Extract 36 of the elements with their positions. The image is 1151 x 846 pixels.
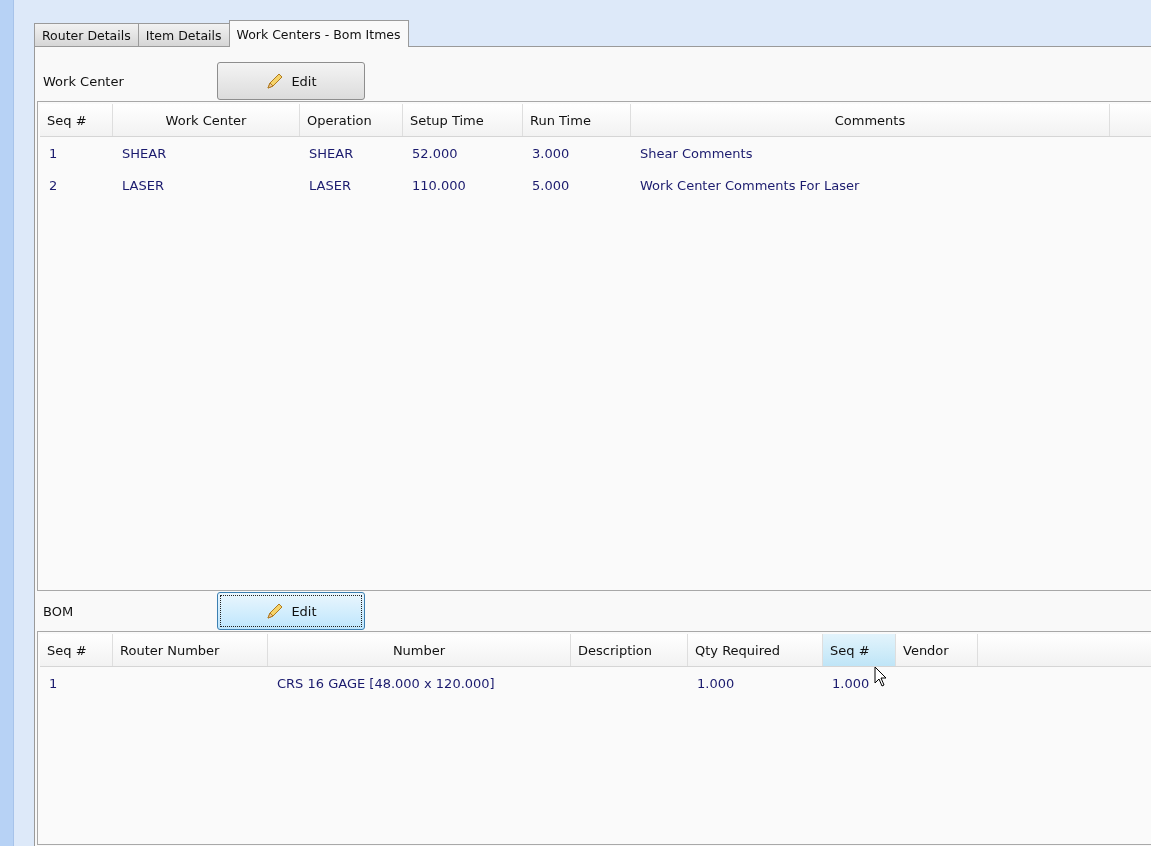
column-header[interactable]: Description <box>571 634 688 666</box>
table-cell: 110.000 <box>412 177 466 193</box>
tab[interactable]: Work Centers - Bom Itmes <box>228 20 409 47</box>
edit-button[interactable]: Edit <box>217 62 365 100</box>
table-cell: 3.000 <box>532 145 570 161</box>
table-cell: LASER <box>122 177 164 193</box>
column-header[interactable]: Number <box>268 634 571 666</box>
table-cell: 1 <box>49 145 58 161</box>
tab[interactable]: Router Details <box>34 23 139 47</box>
edit-button[interactable]: Edit <box>217 592 365 630</box>
table-cell: 1.000 <box>832 675 870 691</box>
column-header[interactable]: Comments <box>631 104 1110 136</box>
table-cell: LASER <box>309 177 351 193</box>
table-cell: Work Center Comments For Laser <box>640 177 860 193</box>
column-header[interactable]: Work Center <box>113 104 300 136</box>
table-cell: 52.000 <box>412 145 458 161</box>
mouse-cursor-icon <box>874 666 888 688</box>
table-cell: 1 <box>49 675 58 691</box>
table-cell: CRS 16 GAGE [48.000 x 120.000] <box>277 675 495 691</box>
section-label: BOM <box>43 603 75 619</box>
column-header[interactable]: Seq # <box>823 634 896 666</box>
column-header[interactable]: Router Number <box>113 634 268 666</box>
table-cell: SHEAR <box>122 145 167 161</box>
section-label: Work Center <box>43 73 125 89</box>
tab[interactable]: Item Details <box>137 23 230 47</box>
column-header[interactable]: Operation <box>300 104 403 136</box>
table-cell: 1.000 <box>697 675 735 691</box>
column-header[interactable]: Setup Time <box>403 104 523 136</box>
table-cell: SHEAR <box>309 145 354 161</box>
column-header[interactable]: Seq # <box>40 104 113 136</box>
table-cell: 5.000 <box>532 177 570 193</box>
table-cell: 2 <box>49 177 58 193</box>
column-header[interactable]: Vendor <box>896 634 978 666</box>
table-cell: Shear Comments <box>640 145 753 161</box>
column-header[interactable]: Seq # <box>40 634 113 666</box>
column-header[interactable]: Run Time <box>523 104 631 136</box>
